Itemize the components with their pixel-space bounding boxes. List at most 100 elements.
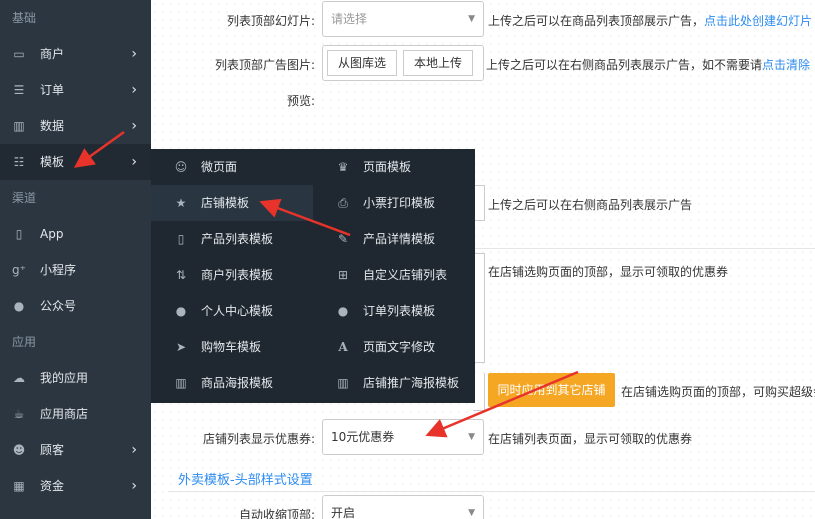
trophy-icon: ♛ <box>337 160 349 174</box>
slideshow-row: 列表顶部幻灯片: 请选择 ▼ 上传之后可以在商品列表顶部展示广告，点击此处创建幻… <box>151 1 815 37</box>
list-icon: ☰ <box>13 83 25 97</box>
auto-collapse-value: 开启 <box>331 506 356 519</box>
qrcode-icon: ▦ <box>13 479 25 493</box>
flyout-item-product-detail-template[interactable]: ✎ 产品详情模板 <box>313 221 475 257</box>
sidebar-item-label: 小程序 <box>40 263 77 277</box>
flyout-item-receipt-print-template[interactable]: ⎙ 小票打印模板 <box>313 185 475 221</box>
flyout-item-micro-page[interactable]: ☺ 微页面 <box>151 149 313 185</box>
sidebar-item-label: App <box>40 227 64 241</box>
list-coupon-label: 店铺列表显示优惠券: <box>202 432 315 446</box>
sidebar-item-label: 应用商店 <box>40 407 89 421</box>
sidebar-item-app-store[interactable]: ☕ 应用商店 <box>0 396 151 432</box>
sidebar: 基础 ▭ 商户 › ☰ 订单 › ▥ 数据 › ☷ 模板 › 渠道 ▯ App … <box>0 0 151 519</box>
sitemap-icon: ⊞ <box>337 268 349 282</box>
clear-ad-link[interactable]: 点击清除 <box>762 58 810 72</box>
sidebar-item-miniprogram[interactable]: g⁺ 小程序 <box>0 252 151 288</box>
sidebar-item-label: 公众号 <box>40 299 77 313</box>
print-icon: ⎙ <box>338 196 348 210</box>
sidebar-item-label: 订单 <box>40 83 65 97</box>
caret-down-icon: ▼ <box>468 432 475 442</box>
sidebar-item-label: 我的应用 <box>40 371 89 385</box>
sidebar-item-label: 商户 <box>40 47 65 61</box>
star-icon: ★ <box>175 196 187 210</box>
chevron-right-icon: › <box>131 154 137 170</box>
slideshow-select-value: 请选择 <box>331 12 368 26</box>
apply-other-stores-button[interactable]: 同时应用到其它店铺 <box>488 373 615 407</box>
user-icon: ● <box>337 304 349 318</box>
flyout-item-store-template[interactable]: ★ 店铺模板 <box>151 185 313 221</box>
laptop-icon: ▭ <box>13 47 25 61</box>
caret-down-icon: ▼ <box>468 14 475 24</box>
flyout-item-page-text-edit[interactable]: A 页面文字修改 <box>313 329 475 365</box>
coupon-top-hint: 在店铺选购页面的顶部，显示可领取的优惠券 <box>488 265 729 279</box>
cloud-icon: ☁ <box>13 371 25 385</box>
chevron-right-icon: › <box>131 46 137 62</box>
from-library-button[interactable]: 从图库选 <box>327 50 398 76</box>
create-slideshow-link[interactable]: 点击此处创建幻灯片 <box>704 14 812 28</box>
ad-image-hint-text: 上传之后可以在右侧商品列表展示广告，如不需要请 <box>486 58 763 72</box>
templates-flyout-menu: ☺ 微页面 ★ 店铺模板 ▯ 产品列表模板 ⇅ 商户列表模板 ● 个人中心模板 … <box>151 149 475 403</box>
font-icon: A <box>338 340 348 354</box>
sidebar-item-my-apps[interactable]: ☁ 我的应用 <box>0 360 151 396</box>
flyout-item-profile-template[interactable]: ● 个人中心模板 <box>151 293 313 329</box>
users-icon: ☻ <box>12 443 26 457</box>
sidebar-item-label: 模板 <box>40 155 65 169</box>
sidebar-item-official-account[interactable]: ● 公众号 <box>0 288 151 324</box>
flyout-item-cart-template[interactable]: ➤ 购物车模板 <box>151 329 313 365</box>
list-coupon-row: 店铺列表显示优惠券: 10元优惠券 ▼ 在店铺列表页面，显示可领取的优惠券 <box>151 419 815 455</box>
slideshow-label: 列表顶部幻灯片: <box>226 14 315 28</box>
flyout-item-page-template[interactable]: ♛ 页面模板 <box>313 149 475 185</box>
sidebar-item-label: 顾客 <box>40 443 65 457</box>
sidebar-item-label: 资金 <box>40 479 65 493</box>
flyout-item-order-list-template[interactable]: ● 订单列表模板 <box>313 293 475 329</box>
mobile-icon: ▯ <box>177 232 185 246</box>
chevron-right-icon: › <box>131 82 137 98</box>
chevron-right-icon: › <box>131 118 137 134</box>
caret-down-icon: ▼ <box>468 508 475 518</box>
slideshow-hint: 上传之后可以在商品列表顶部展示广告，点击此处创建幻灯片 <box>488 12 812 29</box>
sidebar-item-app[interactable]: ▯ App <box>0 216 151 252</box>
sidebar-section-channels: 渠道 <box>12 191 37 205</box>
sidebar-item-funds[interactable]: ▦ 资金 › <box>0 468 151 504</box>
flyout-item-label: 商品海报模板 <box>201 376 274 390</box>
list-ul-icon: ☷ <box>13 155 25 169</box>
auto-collapse-select[interactable]: 开启 ▼ <box>322 495 484 519</box>
section-title: 外卖模板-头部样式设置 <box>178 473 313 488</box>
sidebar-section-basic: 基础 <box>12 11 37 25</box>
smile-icon: ☺ <box>174 160 188 174</box>
flyout-item-product-poster-template[interactable]: ▥ 商品海报模板 <box>151 365 313 401</box>
ad-image-label: 列表顶部广告图片: <box>214 58 315 72</box>
cup-icon: ☕ <box>13 407 25 421</box>
flyout-item-label: 微页面 <box>201 160 238 174</box>
list-coupon-value: 10元优惠券 <box>331 430 395 444</box>
sort-icon: ⇅ <box>175 268 187 282</box>
slideshow-select[interactable]: 请选择 ▼ <box>322 1 484 37</box>
flyout-item-label: 店铺模板 <box>201 196 250 210</box>
local-upload-button[interactable]: 本地上传 <box>403 50 474 76</box>
flyout-item-label: 店铺推广海报模板 <box>363 376 460 390</box>
flyout-item-label: 订单列表模板 <box>363 304 436 318</box>
sidebar-item-orders[interactable]: ☰ 订单 › <box>0 72 151 108</box>
sidebar-item-templates[interactable]: ☷ 模板 › <box>0 144 151 180</box>
flyout-item-label: 购物车模板 <box>201 340 262 354</box>
section-divider <box>168 491 815 492</box>
user-icon: ● <box>175 304 187 318</box>
sidebar-item-customers[interactable]: ☻ 顾客 › <box>0 432 151 468</box>
sidebar-item-merchant[interactable]: ▭ 商户 › <box>0 36 151 72</box>
flyout-item-product-list-template[interactable]: ▯ 产品列表模板 <box>151 221 313 257</box>
chat-icon: ● <box>13 299 25 313</box>
divider <box>475 248 815 249</box>
chevron-right-icon: › <box>131 442 137 458</box>
flyout-item-label: 页面文字修改 <box>363 340 436 354</box>
flyout-item-custom-store-list[interactable]: ⊞ 自定义店铺列表 <box>313 257 475 293</box>
flyout-item-label: 自定义店铺列表 <box>363 268 448 282</box>
flyout-item-merchant-list-template[interactable]: ⇅ 商户列表模板 <box>151 257 313 293</box>
flyout-item-store-promo-poster-template[interactable]: ▥ 店铺推广海报模板 <box>313 365 475 401</box>
flyout-item-label: 商户列表模板 <box>201 268 274 282</box>
list-coupon-select[interactable]: 10元优惠券 ▼ <box>322 419 484 455</box>
tablet-icon: ▯ <box>15 227 23 241</box>
slideshow-hint-text: 上传之后可以在商品列表顶部展示广告， <box>488 14 705 28</box>
list-coupon-hint: 在店铺列表页面，显示可领取的优惠券 <box>488 432 693 446</box>
right-ad-hint: 上传之后可以在右侧商品列表展示广告 <box>488 198 693 212</box>
sidebar-item-data[interactable]: ▥ 数据 › <box>0 108 151 144</box>
